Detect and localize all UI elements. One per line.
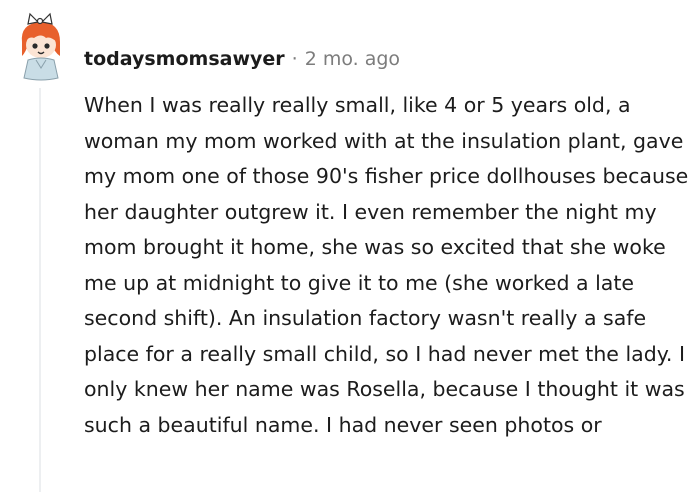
- comment-meta: todaysmomsawyer · 2 mo. ago: [84, 44, 400, 74]
- thread-line[interactable]: [39, 88, 41, 492]
- comment: todaysmomsawyer · 2 mo. ago When I was r…: [0, 0, 700, 492]
- comment-body: When I was really really small, like 4 o…: [84, 93, 689, 437]
- snoo-avatar-icon: [21, 12, 60, 81]
- meta-separator: ·: [291, 48, 298, 70]
- comment-timestamp[interactable]: 2 mo. ago: [305, 48, 400, 70]
- comment-author[interactable]: todaysmomsawyer: [84, 48, 285, 70]
- user-avatar[interactable]: [14, 12, 72, 84]
